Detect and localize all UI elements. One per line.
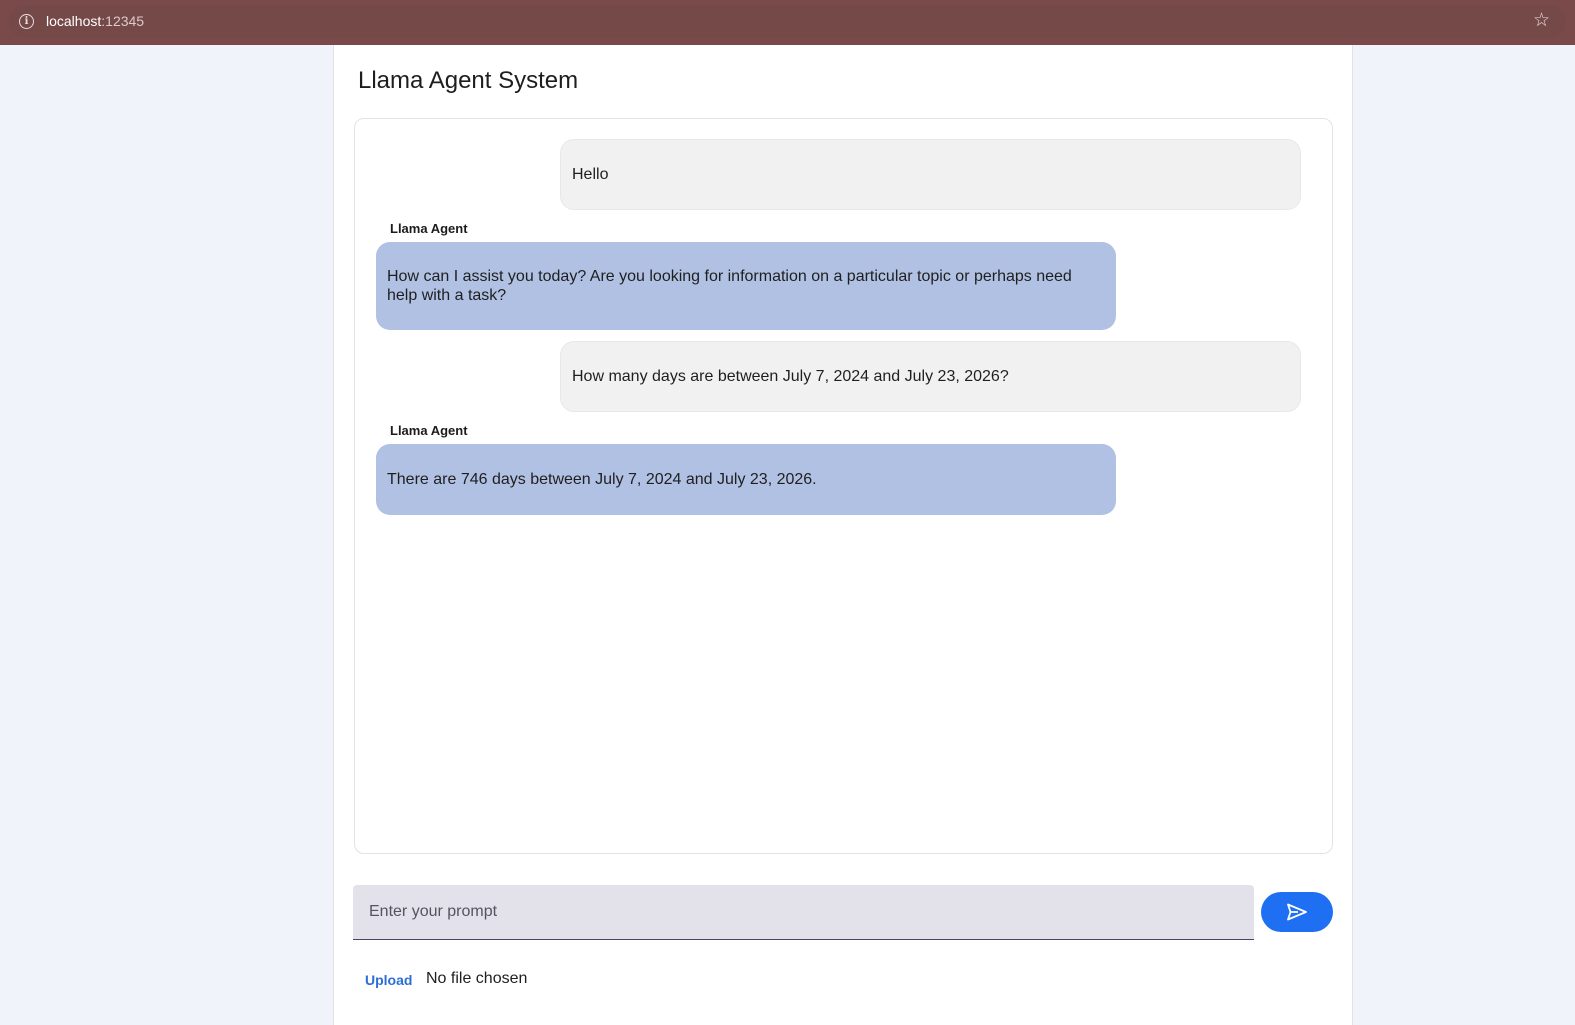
prompt-input[interactable]: [353, 885, 1254, 940]
url-port: :12345: [101, 13, 145, 29]
send-button[interactable]: [1261, 892, 1333, 932]
upload-button[interactable]: Upload: [365, 972, 412, 988]
page-title: Llama Agent System: [358, 67, 579, 94]
message-text: Hello: [572, 166, 609, 183]
file-status: No file chosen: [426, 970, 528, 987]
user-message: How many days are between July 7, 2024 a…: [560, 341, 1301, 412]
message-text: There are 746 days between July 7, 2024 …: [387, 471, 817, 488]
message-text: How many days are between July 7, 2024 a…: [572, 368, 1009, 385]
agent-sender-label: Llama Agent: [390, 423, 468, 438]
url-host: localhost: [46, 13, 102, 29]
agent-message: There are 746 days between July 7, 2024 …: [376, 444, 1116, 515]
app-page: Llama Agent System Hello Llama Agent How…: [333, 45, 1353, 1025]
agent-message: How can I assist you today? Are you look…: [376, 242, 1116, 330]
address-bar[interactable]: i localhost:12345 ☆: [9, 5, 1566, 38]
chat-history[interactable]: Hello Llama Agent How can I assist you t…: [354, 118, 1333, 854]
browser-toolbar: i localhost:12345 ☆: [0, 0, 1575, 45]
site-info-icon[interactable]: i: [19, 14, 34, 29]
agent-sender-label: Llama Agent: [390, 221, 468, 236]
message-text: How can I assist you today? Are you look…: [387, 268, 1072, 304]
user-message: Hello: [560, 139, 1301, 210]
url-text[interactable]: localhost:12345: [46, 13, 144, 29]
bookmark-star-icon[interactable]: ☆: [1533, 10, 1550, 32]
send-icon: [1287, 903, 1307, 921]
